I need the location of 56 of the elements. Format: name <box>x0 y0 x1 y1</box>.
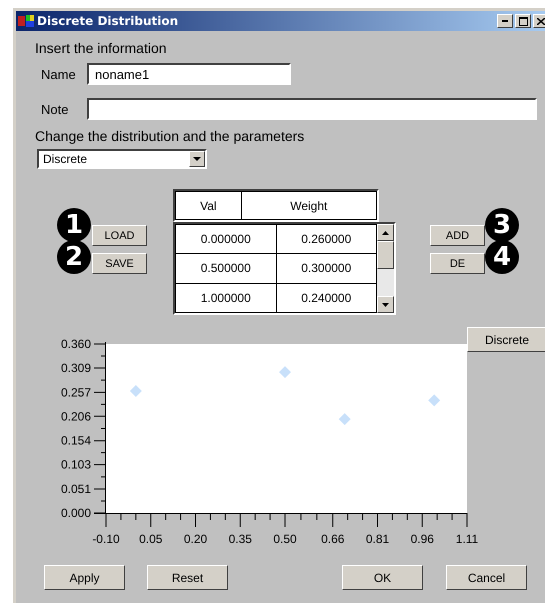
section-heading: Insert the information <box>35 40 168 56</box>
callout-number: 4 <box>485 240 519 274</box>
y-tick-label: 0.206 <box>60 409 91 424</box>
y-tick-label: 0.000 <box>60 506 91 520</box>
close-button[interactable] <box>533 14 545 28</box>
section-heading: Change the distribution and the parameters <box>35 128 306 144</box>
table-cell: 0.000000 <box>176 224 276 254</box>
dialog-button[interactable]: OK <box>342 565 423 590</box>
field-label: Note <box>40 102 70 116</box>
x-tick-label: 0.20 <box>184 532 208 546</box>
callout-number: 3 <box>485 208 519 242</box>
name-field[interactable]: noname1 <box>87 63 291 85</box>
dialog-button[interactable]: Reset <box>147 565 228 590</box>
x-tick-label: 0.05 <box>139 532 162 546</box>
y-tick-label: 0.257 <box>60 385 91 400</box>
x-tick-label: 0.66 <box>321 532 344 546</box>
action-button[interactable]: LOAD <box>92 225 147 246</box>
callout-number: 2 <box>57 240 91 274</box>
x-tick-label: 0.50 <box>273 532 297 546</box>
x-tick-label: 0.96 <box>410 532 434 546</box>
x-tick-label: -0.10 <box>92 532 120 546</box>
column-header: Val <box>176 192 242 220</box>
y-tick-label: 0.309 <box>60 360 91 375</box>
y-tick-label: 0.360 <box>60 337 91 351</box>
x-tick-label: 0.81 <box>366 532 390 546</box>
dialog-button[interactable]: Cancel <box>446 565 527 590</box>
minimize-icon <box>502 20 508 22</box>
window-title: Discrete Distribution <box>37 14 180 28</box>
y-tick-label: 0.154 <box>60 434 91 448</box>
y-tick-label: 0.103 <box>60 458 91 472</box>
close-icon <box>537 18 545 24</box>
table-cell: 0.500000 <box>176 254 276 284</box>
field-label: Name <box>40 66 77 82</box>
action-button[interactable]: DE <box>430 253 485 274</box>
y-tick-label: 0.051 <box>60 482 91 496</box>
distribution-dropdown[interactable]: Discrete <box>37 149 207 169</box>
callout-number: 1 <box>57 208 91 242</box>
scroll-down-icon <box>382 302 389 306</box>
scroll-up-icon <box>382 230 389 234</box>
x-tick-label: 0.35 <box>228 532 252 546</box>
maximize-icon <box>518 16 528 26</box>
dialog-button[interactable]: Apply <box>44 565 125 590</box>
dropdown-value: Discrete <box>42 152 88 166</box>
column-header: Weight <box>241 192 376 220</box>
app-icon <box>18 14 34 28</box>
dropdown-arrow-icon <box>193 157 201 161</box>
table-cell: 0.260000 <box>276 224 376 254</box>
minimize-button[interactable] <box>497 14 513 28</box>
x-tick-label: 1.11 <box>456 532 478 546</box>
maximize-button[interactable] <box>515 14 531 28</box>
note-field[interactable] <box>87 98 537 120</box>
chart-type-button[interactable]: Discrete <box>467 327 545 352</box>
table-cell: 1.000000 <box>176 283 276 312</box>
scrollbar[interactable] <box>377 224 394 313</box>
action-button[interactable]: ADD <box>430 225 485 246</box>
action-button[interactable]: SAVE <box>92 253 147 274</box>
